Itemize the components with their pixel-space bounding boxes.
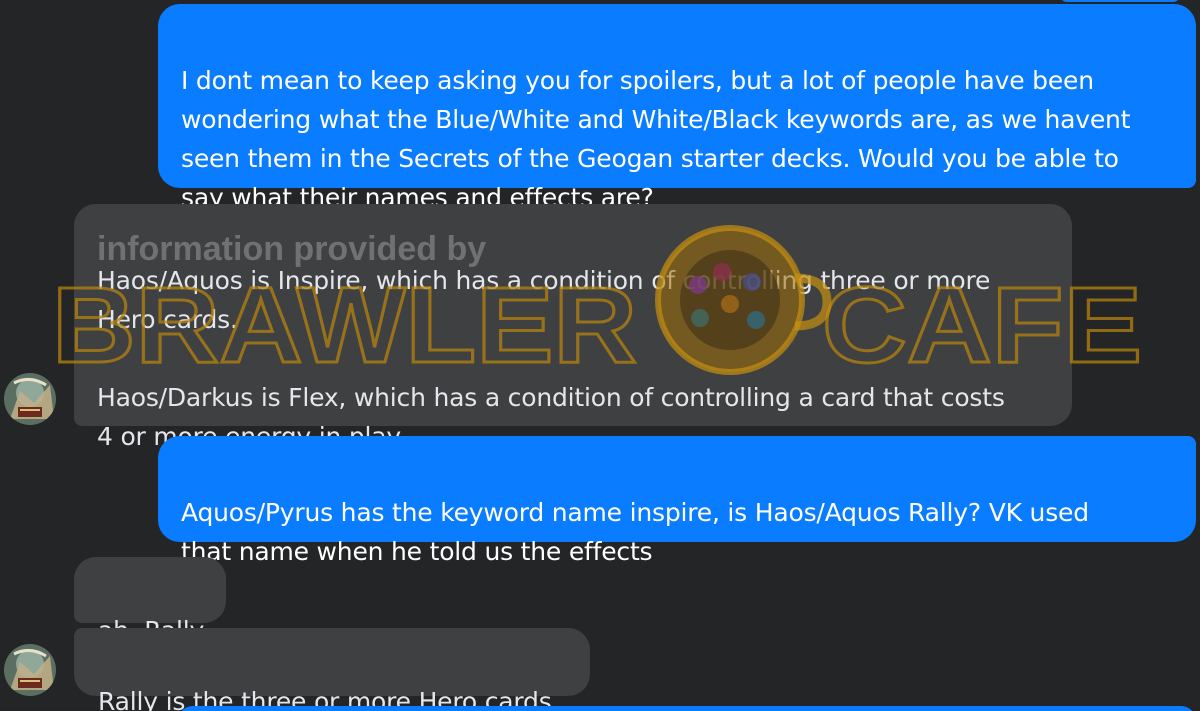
partial-bubble-bottom <box>178 706 1196 711</box>
message-incoming[interactable]: Rally is the three or more Hero cards <box>74 628 590 711</box>
chat-thread: I dont mean to keep asking you for spoil… <box>0 0 1200 711</box>
avatar-image <box>4 644 56 696</box>
message-incoming[interactable]: ah, Rally <box>74 557 226 645</box>
message-outgoing[interactable]: Aquos/Pyrus has the keyword name inspire… <box>158 436 1196 566</box>
partial-bubble-top <box>1060 0 1180 2</box>
message-text: I dont mean to keep asking you for spoil… <box>181 66 1131 212</box>
avatar-image <box>4 373 56 425</box>
contact-avatar[interactable] <box>4 644 56 696</box>
contact-avatar[interactable] <box>4 373 56 425</box>
message-outgoing[interactable]: I dont mean to keep asking you for spoil… <box>158 4 1196 212</box>
message-text: Aquos/Pyrus has the keyword name inspire… <box>181 498 1089 566</box>
message-incoming[interactable]: Haos/Aquos is Inspire, which has a condi… <box>74 204 1072 451</box>
message-text: Haos/Aquos is Inspire, which has a condi… <box>97 266 1005 451</box>
